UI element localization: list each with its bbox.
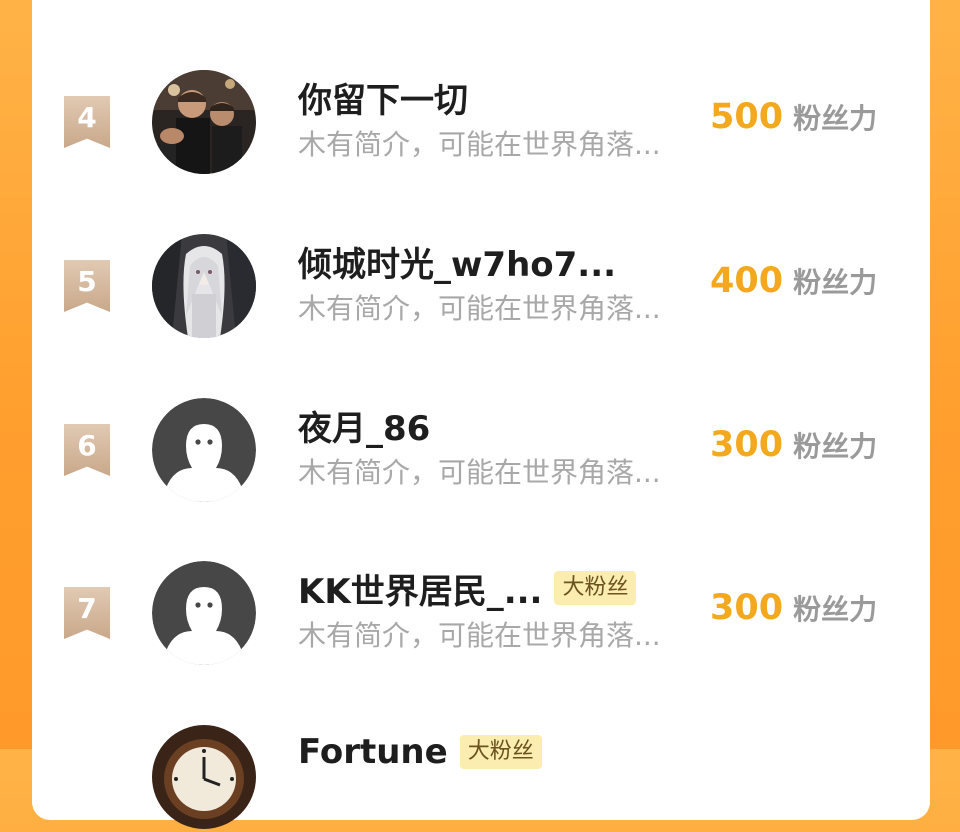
fan-power-unit: 粉丝力 <box>793 430 878 463</box>
rank-ribbon: 7 <box>64 587 110 639</box>
fan-power: 300 粉丝力 <box>710 588 877 632</box>
list-item[interactable]: 5 倾城时光_w7ho7... 木有简介，可能在世界角落... 400 粉丝力 <box>0 231 960 341</box>
default-avatar-icon[interactable] <box>152 561 256 665</box>
user-intro: 木有简介，可能在世界角落... <box>298 128 661 161</box>
user-name[interactable]: 你留下一切 <box>298 73 468 122</box>
user-name[interactable]: 夜月_86 <box>298 401 430 450</box>
fan-power-value: 400 <box>710 261 784 301</box>
user-name[interactable]: Fortune <box>298 732 448 772</box>
fan-power-value: 500 <box>710 97 784 137</box>
user-intro: 木有简介，可能在世界角落... <box>298 456 661 489</box>
fan-power: 500 粉丝力 <box>710 97 877 141</box>
rank-ribbon: 4 <box>64 96 110 148</box>
user-name[interactable]: KK世界居民_... <box>298 564 542 613</box>
user-intro: 木有简介，可能在世界角落... <box>298 292 661 325</box>
fan-power: 400 粉丝力 <box>710 261 877 305</box>
fan-power-value: 300 <box>710 588 784 628</box>
fan-power: 300 粉丝力 <box>710 425 877 469</box>
fan-power-unit: 粉丝力 <box>793 593 878 626</box>
fan-power-unit: 粉丝力 <box>793 102 878 135</box>
list-item[interactable]: 6 夜月_86 木有简介，可能在世界角落... 300 粉丝力 <box>0 395 960 505</box>
fan-power-unit: 粉丝力 <box>793 266 878 299</box>
avatar[interactable] <box>152 70 256 174</box>
big-fan-badge: 大粉丝 <box>554 571 637 605</box>
fan-power-value: 300 <box>710 425 784 465</box>
user-intro: 木有简介，可能在世界角落... <box>298 619 661 652</box>
list-item[interactable]: Fortune 大粉丝 <box>0 722 960 832</box>
big-fan-badge: 大粉丝 <box>459 735 542 769</box>
default-avatar-icon[interactable] <box>152 398 256 502</box>
list-item[interactable]: 7 KK世界居民_... 大粉丝 木有简介，可能在世界角落... 300 粉丝力 <box>0 558 960 668</box>
avatar[interactable] <box>152 234 256 338</box>
avatar[interactable] <box>152 725 256 829</box>
list-item[interactable]: 4 你留下一切 木有简介，可能在世界角落... 500 粉丝力 <box>0 67 960 177</box>
rank-ribbon: 6 <box>64 424 110 476</box>
rank-ribbon: 5 <box>64 260 110 312</box>
user-name[interactable]: 倾城时光_w7ho7... <box>298 237 616 286</box>
